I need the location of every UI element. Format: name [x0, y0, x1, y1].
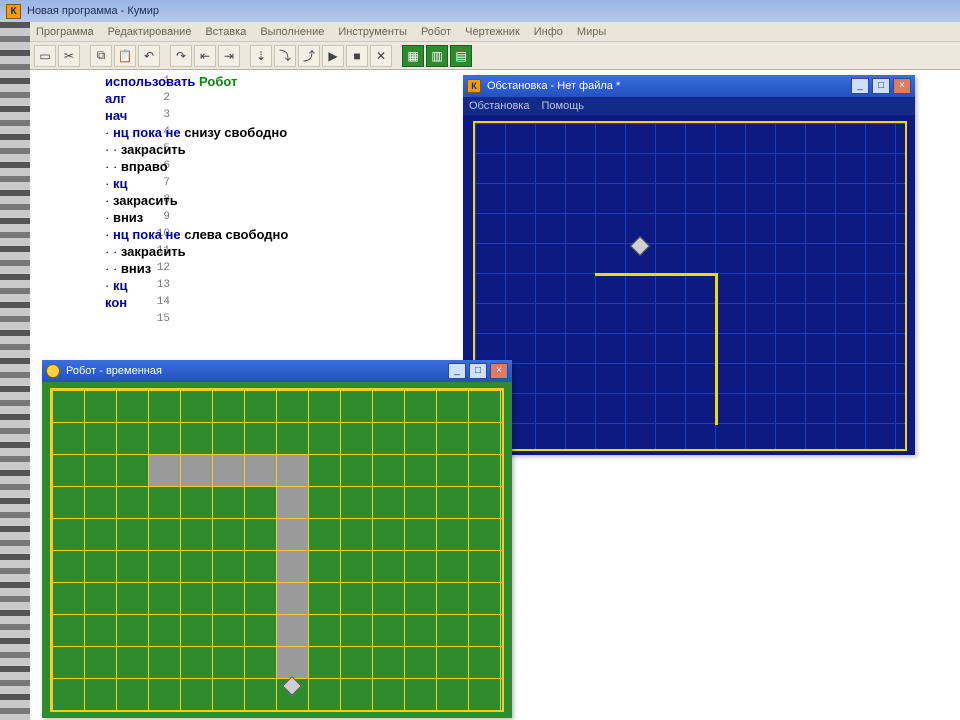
line-number: 15 [105, 311, 170, 328]
cut-button[interactable]: ✂ [58, 45, 80, 67]
step-into-button[interactable]: ⇣ [250, 45, 272, 67]
filled-cell [277, 455, 308, 486]
indent-left-button[interactable]: ⇤ [194, 45, 216, 67]
run-button[interactable]: ▶ [322, 45, 344, 67]
code-line[interactable]: · кц [105, 175, 127, 192]
filled-cell [245, 455, 276, 486]
code-line[interactable]: · нц пока не снизу свободно [105, 124, 287, 141]
main-titlebar: К Новая программа - Кумир [0, 0, 960, 22]
filled-cell [277, 519, 308, 550]
undo-button[interactable]: ↶ [138, 45, 160, 67]
menu-Программа[interactable]: Программа [36, 26, 94, 38]
menu-Миры[interactable]: Миры [577, 26, 606, 38]
code-line[interactable]: кон [105, 294, 127, 311]
filled-cell [277, 583, 308, 614]
maximize-button[interactable]: □ [469, 363, 487, 379]
step-out-button[interactable]: ⤴ [298, 45, 320, 67]
filled-cell [277, 615, 308, 646]
code-line[interactable]: · закрасить [105, 192, 178, 209]
grid-a-button[interactable]: ▦ [402, 45, 424, 67]
environment-window: К Обстановка - Нет файла * _ □ × Обстано… [463, 75, 915, 455]
new-doc-button[interactable]: ▭ [34, 45, 56, 67]
stop-button[interactable]: ■ [346, 45, 368, 67]
paste-button[interactable]: 📋 [114, 45, 136, 67]
filled-cell [181, 455, 212, 486]
robot-app-icon [46, 364, 60, 378]
app-icon: К [6, 4, 21, 19]
close-button[interactable]: ✕ [370, 45, 392, 67]
menu-Выполнение[interactable]: Выполнение [260, 26, 324, 38]
filled-cell [277, 551, 308, 582]
robot-marker [282, 676, 302, 696]
code-line[interactable]: · · закрасить [105, 141, 186, 158]
robot-title-text: Робот - временная [66, 365, 162, 377]
copy-button[interactable]: ⧉ [90, 45, 112, 67]
menu-Инфо[interactable]: Инфо [534, 26, 563, 38]
step-over-button[interactable]: ⤵ [274, 45, 296, 67]
code-line[interactable]: · · вправо [105, 158, 168, 175]
robot-window: Робот - временная _ □ × [42, 360, 512, 718]
spiral-binding [0, 0, 30, 720]
code-line[interactable]: · вниз [105, 209, 143, 226]
menu-Вставка[interactable]: Вставка [205, 26, 246, 38]
env-title-text: Обстановка - Нет файла * [487, 80, 620, 92]
maximize-button[interactable]: □ [872, 78, 890, 94]
grid-b-button[interactable]: ▥ [426, 45, 448, 67]
robot-titlebar[interactable]: Робот - временная _ □ × [42, 360, 512, 382]
redo-button[interactable]: ↷ [170, 45, 192, 67]
wall [715, 273, 718, 425]
filled-cell [277, 647, 308, 678]
close-button[interactable]: × [490, 363, 508, 379]
env-app-icon: К [467, 79, 481, 93]
minimize-button[interactable]: _ [851, 78, 869, 94]
code-line[interactable]: алг [105, 90, 126, 107]
filled-cell [277, 487, 308, 518]
env-menu-Помощь[interactable]: Помощь [541, 100, 584, 112]
menu-Робот[interactable]: Робот [421, 26, 451, 38]
code-line[interactable]: использовать Робот [105, 73, 237, 90]
wall [595, 273, 717, 276]
code-line[interactable]: · нц пока не слева свободно [105, 226, 288, 243]
window-title: Новая программа - Кумир [27, 5, 159, 17]
code-line[interactable]: · · вниз [105, 260, 151, 277]
env-titlebar[interactable]: К Обстановка - Нет файла * _ □ × [463, 75, 915, 97]
code-line[interactable]: нач [105, 107, 127, 124]
filled-cell [149, 455, 180, 486]
env-menu-Обстановка[interactable]: Обстановка [469, 100, 529, 112]
menu-Инструменты[interactable]: Инструменты [338, 26, 407, 38]
menu-Чертежник[interactable]: Чертежник [465, 26, 520, 38]
grid-c-button[interactable]: ▤ [450, 45, 472, 67]
minimize-button[interactable]: _ [448, 363, 466, 379]
menu-bar: Программа Редактирование Вставка Выполнение… [30, 22, 960, 42]
toolbar: ▭✂ ⧉📋↶ ↷⇤⇥ ⇣⤵⤴▶■✕ ▦▥▤ [30, 42, 960, 70]
robot-marker [630, 236, 650, 256]
env-menubar: Обстановка Помощь [463, 97, 915, 115]
env-canvas[interactable] [463, 115, 915, 455]
code-line[interactable]: · кц [105, 277, 127, 294]
close-button[interactable]: × [893, 78, 911, 94]
robot-canvas[interactable] [42, 382, 512, 718]
menu-Редактирование[interactable]: Редактирование [108, 26, 192, 38]
indent-right-button[interactable]: ⇥ [218, 45, 240, 67]
filled-cell [213, 455, 244, 486]
code-line[interactable]: · · закрасить [105, 243, 186, 260]
